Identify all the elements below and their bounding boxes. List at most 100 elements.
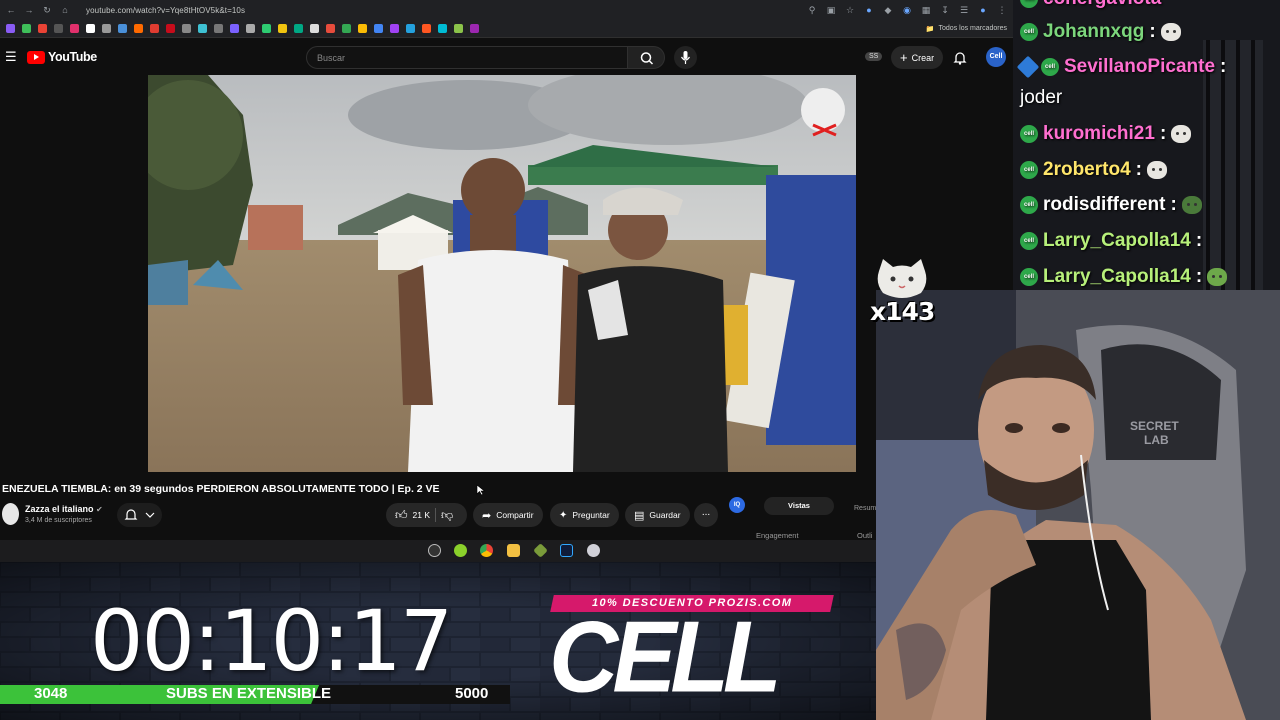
photoshop-icon[interactable] <box>560 544 573 557</box>
search-input[interactable]: Buscar <box>306 46 628 69</box>
frog-emote-icon <box>1207 268 1228 286</box>
extension-icon[interactable]: ● <box>864 5 874 15</box>
notifications-icon[interactable] <box>952 50 968 66</box>
bookmark-icon[interactable] <box>22 24 31 33</box>
back-icon[interactable]: ← <box>6 5 16 15</box>
bookmark-icon[interactable] <box>278 24 287 33</box>
analytics-extension-icon[interactable]: IQ <box>729 497 745 513</box>
bookmark-icon[interactable] <box>182 24 191 33</box>
bookmark-icon[interactable] <box>454 24 463 33</box>
divider <box>435 508 437 522</box>
bookmark-icon[interactable] <box>358 24 367 33</box>
bookmark-icon[interactable] <box>374 24 383 33</box>
bookmark-icon[interactable] <box>294 24 303 33</box>
create-button[interactable]: + Crear <box>891 46 944 69</box>
bookmark-icon[interactable] <box>150 24 159 33</box>
home-icon[interactable]: ⌂ <box>60 5 70 15</box>
browser-extensions: ⚲ ▣ ☆ ● ◆ ◉ ▦ ↧ ☰ ● ⋮ <box>807 5 1007 15</box>
extension-icon[interactable]: ▦ <box>921 5 931 15</box>
bookmark-icon[interactable] <box>118 24 127 33</box>
channel-name[interactable]: Zazza el italiano ✔ <box>25 504 103 514</box>
all-bookmarks[interactable]: 📁 Todos los marcadores <box>926 25 1007 33</box>
bookmark-icon[interactable] <box>198 24 207 33</box>
save-button[interactable]: ▤ Guardar <box>625 503 690 527</box>
channel-avatar[interactable] <box>2 503 19 525</box>
share-icon: ➦ <box>482 509 492 522</box>
chat-username: conergaviota <box>1043 0 1161 10</box>
forward-icon[interactable]: → <box>24 5 34 15</box>
video-frame <box>148 75 856 472</box>
youtube-logo[interactable]: YouTube <box>27 50 97 64</box>
cat-emote-icon <box>1160 23 1181 41</box>
create-label: Crear <box>911 52 935 63</box>
zoom-icon[interactable]: ⚲ <box>807 5 817 15</box>
bookmark-icon[interactable] <box>406 24 415 33</box>
bookmark-icon[interactable] <box>326 24 335 33</box>
obs-icon[interactable] <box>428 544 441 557</box>
bookmark-icon[interactable] <box>246 24 255 33</box>
tab-resumen[interactable]: Resum <box>854 505 876 512</box>
chat-text: : <box>1195 230 1203 251</box>
share-button[interactable]: ➦ Compartir <box>473 503 543 527</box>
download-icon[interactable]: ↧ <box>940 5 950 15</box>
cat-emote-icon <box>1181 196 1202 214</box>
more-actions-button[interactable]: ... <box>694 503 718 527</box>
bookmark-icon[interactable] <box>38 24 47 33</box>
bookmark-icon[interactable] <box>166 24 175 33</box>
profile-icon[interactable]: ● <box>978 5 988 15</box>
bookmark-icon[interactable] <box>102 24 111 33</box>
chat-username: kuromichi21 <box>1043 123 1155 144</box>
bookmark-icon[interactable] <box>214 24 223 33</box>
app-icon[interactable] <box>454 544 467 557</box>
like-button[interactable]: 👍︎ 21 K <box>395 508 430 523</box>
like-count: 21 K <box>412 510 431 520</box>
extension-icon[interactable]: ◆ <box>883 5 893 15</box>
bookmark-icon[interactable] <box>342 24 351 33</box>
voice-search-button[interactable] <box>674 46 697 69</box>
app-icon[interactable] <box>587 544 600 557</box>
bookmark-icon[interactable] <box>54 24 63 33</box>
subscriber-count: 3,4 M de suscriptores <box>25 517 92 524</box>
bookmark-icon[interactable] <box>86 24 95 33</box>
channel-name-text: Zazza el italiano <box>25 504 94 514</box>
chat-message: cell SevillanoPicante : <box>1016 55 1226 79</box>
star-icon[interactable]: ☆ <box>845 5 855 15</box>
kebab-icon[interactable]: ⋮ <box>997 5 1007 15</box>
bookmark-icon[interactable] <box>262 24 271 33</box>
bookmark-icon[interactable] <box>470 24 479 33</box>
menu-icon[interactable]: ☰ <box>959 5 969 15</box>
bookmark-icon[interactable] <box>6 24 15 33</box>
youtube-play-icon <box>27 50 45 64</box>
bookmark-icon[interactable] <box>310 24 319 33</box>
bookmark-icon[interactable] <box>422 24 431 33</box>
video-player[interactable] <box>148 75 856 472</box>
notifications-button[interactable] <box>117 503 162 527</box>
bookmark-icon[interactable] <box>134 24 143 33</box>
chat-panel: cell conergaviota cell Johannxqg : cell … <box>1013 0 1280 290</box>
minecraft-icon[interactable] <box>533 543 548 558</box>
tab-vistas[interactable]: Vistas <box>764 497 834 515</box>
thumbs-up-icon: 👍︎ <box>395 507 408 522</box>
chat-message: cell Larry_Capolla14 : <box>1020 266 1228 288</box>
bookmark-icon[interactable] <box>70 24 79 33</box>
bookmark-icon[interactable] <box>438 24 447 33</box>
bookmark-icon[interactable] <box>230 24 239 33</box>
svg-text:LAB: LAB <box>1144 433 1169 447</box>
account-avatar[interactable]: Cell <box>986 47 1006 67</box>
ask-button[interactable]: ✦ Preguntar <box>550 503 619 527</box>
chat-message-continuation: joder <box>1020 87 1062 109</box>
search-button[interactable] <box>627 46 665 69</box>
reload-icon[interactable]: ↻ <box>42 5 52 15</box>
dislike-button[interactable]: 👎︎ <box>441 508 453 523</box>
ask-label: Preguntar <box>572 510 610 520</box>
menu-icon[interactable]: ☰ <box>5 49 21 65</box>
chat-username: Johannxqg <box>1043 21 1145 42</box>
chat-text: : <box>1195 266 1203 287</box>
cast-icon[interactable]: ▣ <box>826 5 836 15</box>
extension-icon[interactable]: ◉ <box>902 5 912 15</box>
address-bar[interactable]: youtube.com/watch?v=Yqe8tHtOV5k&t=10s <box>86 6 245 15</box>
folder-icon[interactable] <box>507 544 520 557</box>
chrome-icon[interactable] <box>480 544 493 557</box>
ss-extension-badge[interactable]: SS <box>865 52 883 61</box>
bookmark-icon[interactable] <box>390 24 399 33</box>
